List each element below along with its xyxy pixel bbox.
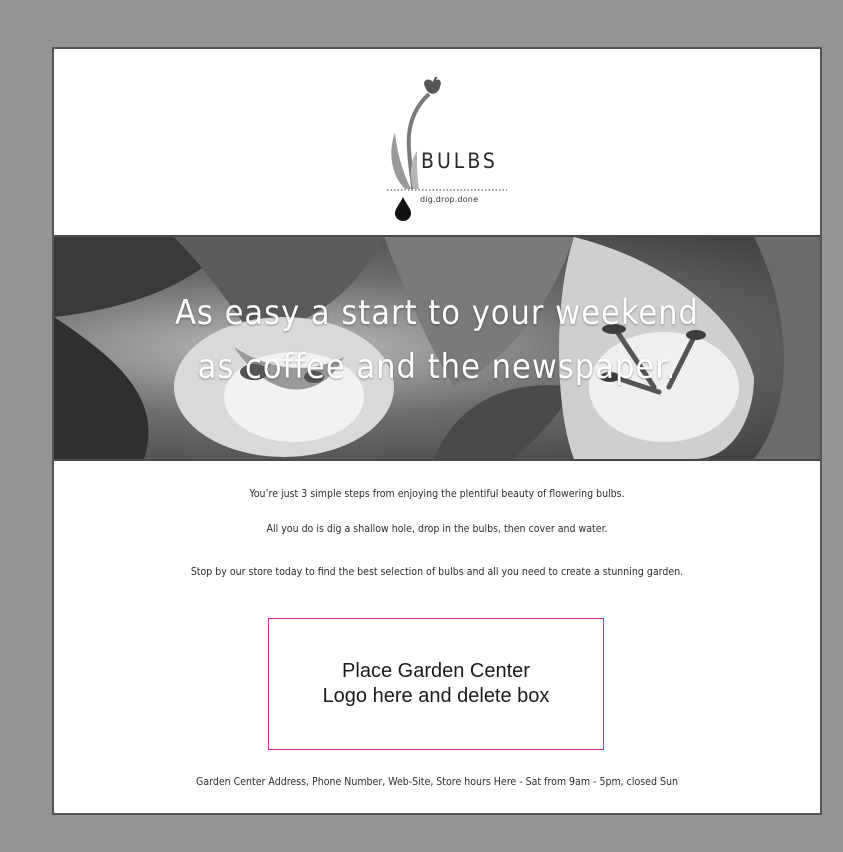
brand-logo: BULBS dig.drop.done: [367, 77, 507, 237]
hero-headline-line2: as coffee and the newspaper.: [197, 347, 677, 387]
brand-name: BULBS: [421, 149, 498, 173]
hero-headline-line1: As easy a start to your weekend: [175, 293, 699, 333]
hero-banner: As easy a start to your weekend as coffe…: [54, 235, 820, 461]
body-paragraph-2: All you do is dig a shallow hole, drop i…: [266, 523, 608, 535]
placeholder-line-1: Place Garden Center: [342, 660, 530, 682]
water-drop-icon: [395, 197, 411, 221]
body-paragraph-3: Stop by our store today to find the best…: [190, 566, 684, 578]
placeholder-line-2: Logo here and delete box: [322, 685, 550, 707]
brand-tagline: dig.drop.done: [420, 195, 479, 204]
flyer-sheet: BULBS dig.drop.done As easy a start to y…: [52, 47, 822, 815]
logo-area: BULBS dig.drop.done: [54, 49, 820, 235]
footer-store-info: Garden Center Address, Phone Number, Web…: [196, 776, 678, 788]
logo-placeholder-box: Place Garden Center Logo here and delete…: [268, 618, 604, 750]
body-paragraph-1: You’re just 3 simple steps from enjoying…: [249, 488, 625, 500]
